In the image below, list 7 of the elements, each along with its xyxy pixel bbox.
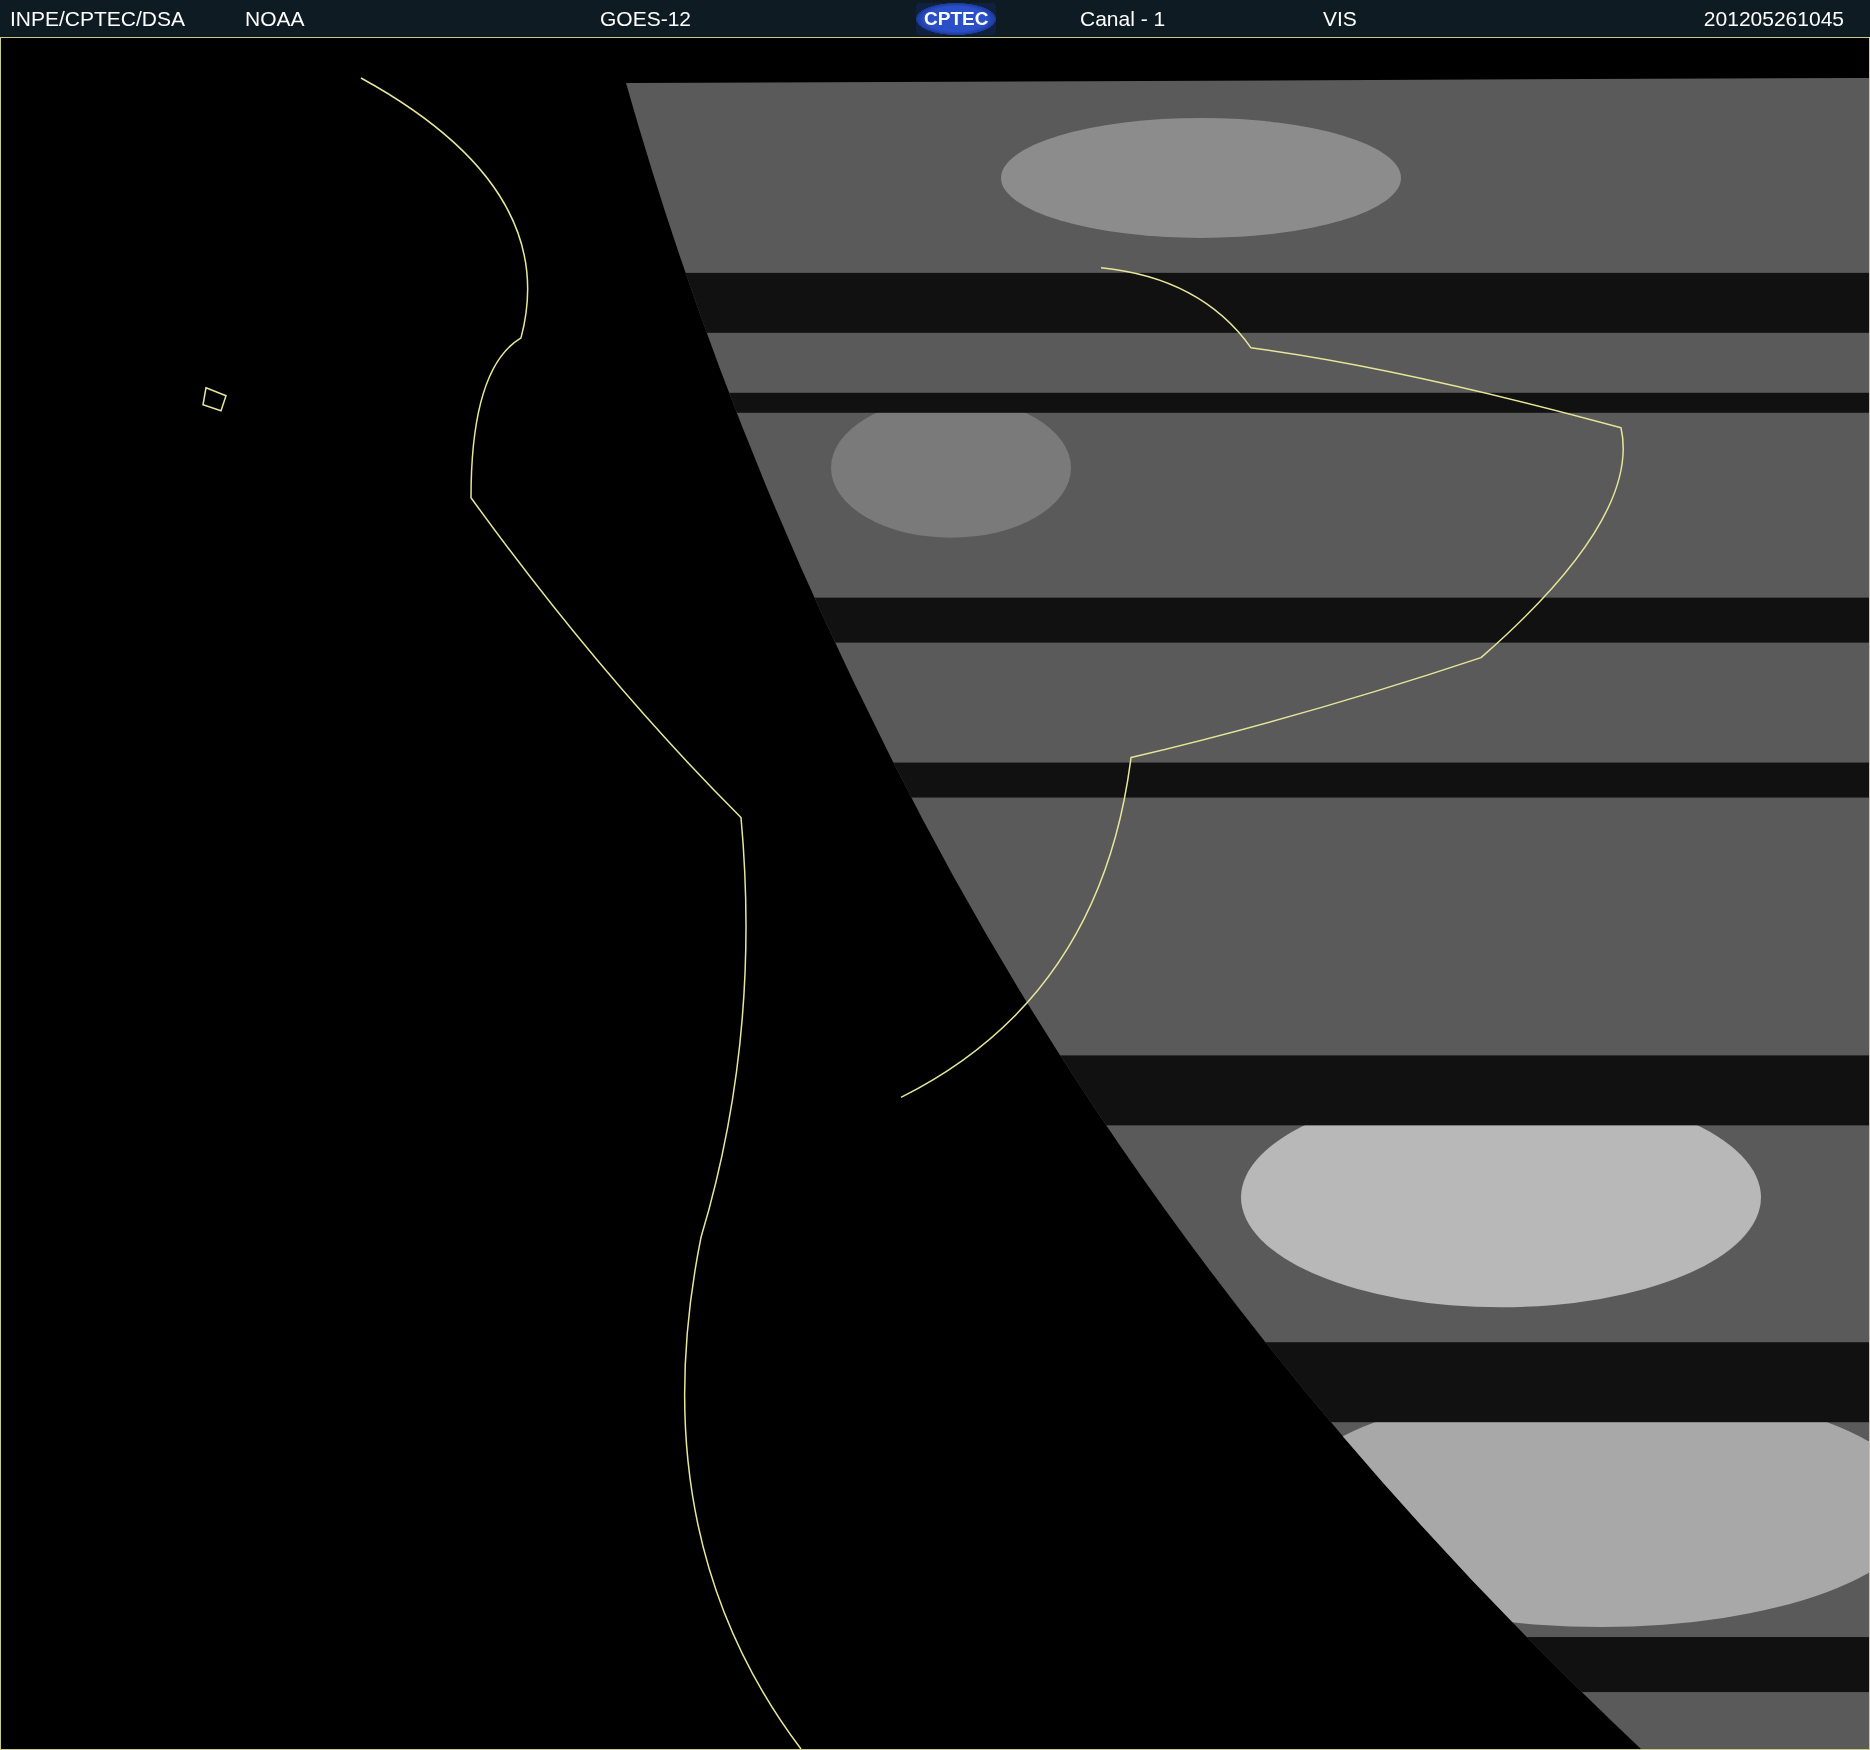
logo: CPTEC bbox=[916, 2, 997, 35]
band-label: VIS bbox=[1323, 6, 1358, 31]
agency-label: NOAA bbox=[245, 6, 306, 31]
timestamp-label: 201205261045 bbox=[1703, 6, 1844, 31]
channel-label: Canal - 1 bbox=[1080, 6, 1167, 31]
satellite-label: GOES-12 bbox=[600, 6, 693, 31]
institute-label: INPE/CPTEC/DSA bbox=[10, 6, 187, 31]
